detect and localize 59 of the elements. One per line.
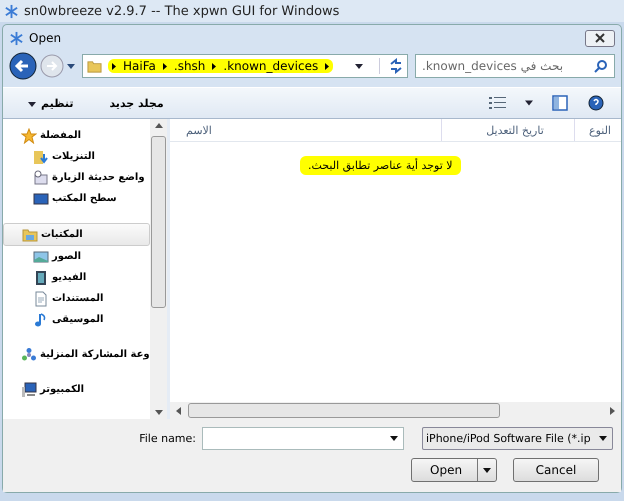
chevron-icon: [162, 62, 167, 70]
folder-icon: [87, 58, 102, 74]
nav-section[interactable]: الكمبيوتر: [3, 379, 150, 400]
scroll-right-icon[interactable]: [610, 406, 615, 414]
nav-item[interactable]: التنزيلات: [3, 146, 150, 167]
nav-item[interactable]: الصور: [3, 246, 150, 267]
doc-icon: [33, 290, 49, 306]
caret-icon[interactable]: [390, 436, 398, 441]
empty-message: لا توجد أية عناصر تطابق البحث.: [300, 156, 461, 175]
dropdown-arrow-icon[interactable]: [525, 100, 533, 106]
column-header[interactable]: النوع: [575, 119, 621, 141]
column-header[interactable]: الاسم: [170, 119, 442, 141]
open-button[interactable]: Open: [411, 458, 497, 482]
organize-button[interactable]: تنظيم: [19, 94, 78, 112]
history-dropdown-icon[interactable]: [67, 64, 75, 68]
close-button[interactable]: [585, 30, 615, 46]
horizontal-scrollbar[interactable]: [170, 402, 621, 419]
snowflake-icon: [9, 30, 24, 46]
scroll-left-icon[interactable]: [176, 406, 181, 414]
caret-icon: [483, 468, 491, 472]
nav-section[interactable]: المكتبات: [3, 223, 150, 246]
search-icon: [594, 59, 608, 73]
view-list-icon[interactable]: [489, 95, 507, 111]
close-icon: [595, 33, 605, 43]
vertical-scrollbar[interactable]: [150, 119, 167, 419]
nav-item[interactable]: واضع حديثة الزيارة: [3, 167, 150, 188]
nav-item[interactable]: المستندات: [3, 288, 150, 309]
breadcrumb-item[interactable]: .known_devices: [223, 59, 318, 73]
nav-section[interactable]: المفضلة: [3, 125, 150, 146]
new-folder-button[interactable]: مجلد جديد: [105, 94, 168, 112]
help-icon[interactable]: [587, 95, 605, 111]
breadcrumb-item[interactable]: .shsh: [174, 59, 206, 73]
snowflake-icon: [4, 4, 19, 18]
back-button[interactable]: [9, 52, 37, 80]
nav-item[interactable]: الفيديو: [3, 267, 150, 288]
chevron-icon: [325, 62, 330, 70]
nav-item[interactable]: الموسيقى: [3, 309, 150, 330]
chevron-icon: [212, 62, 216, 70]
caret-icon: [599, 436, 607, 441]
star-icon: [21, 128, 37, 144]
cancel-button[interactable]: Cancel: [513, 458, 599, 482]
file-name-field[interactable]: [202, 427, 404, 450]
dropdown-arrow-icon[interactable]: [355, 64, 363, 68]
caret-icon: [28, 102, 36, 106]
breadcrumb-item[interactable]: HaiFa: [123, 59, 156, 73]
nav-item[interactable]: سطح المكتب: [3, 188, 150, 209]
chevron-icon: [112, 62, 116, 70]
file-type-dropdown[interactable]: iPhone/iPod Software File (*.ip: [422, 427, 613, 450]
dialog-title: Open: [29, 31, 62, 45]
preview-pane-icon[interactable]: [551, 95, 569, 111]
column-header[interactable]: تاريخ التعديل: [442, 119, 575, 141]
nav-section[interactable]: وعة المشاركة المنزلية: [3, 344, 150, 365]
pc-icon: [21, 382, 37, 398]
file-name-label: File name:: [139, 432, 196, 445]
app-title: sn0wbreeze v2.9.7 -- The xpwn GUI for Windows: [24, 4, 340, 18]
pic-icon: [33, 248, 49, 264]
search-field[interactable]: .known_devices بحث في: [415, 54, 615, 78]
scroll-down-icon[interactable]: [154, 410, 162, 415]
scroll-up-icon[interactable]: [154, 123, 162, 128]
